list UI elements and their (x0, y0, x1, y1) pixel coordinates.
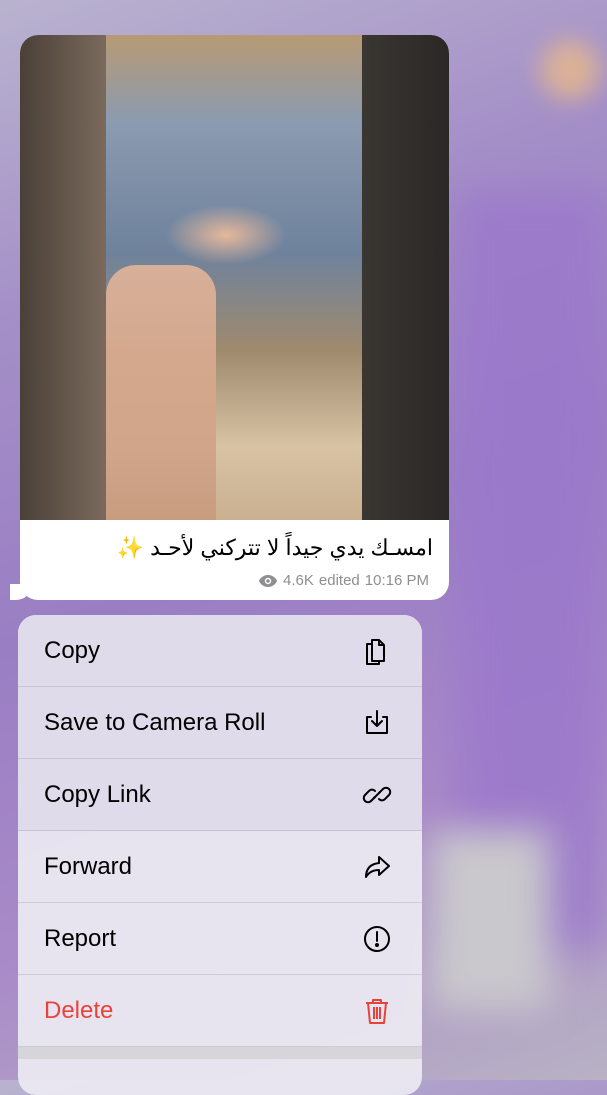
menu-item-label: Report (44, 924, 117, 952)
menu-item-copy-link[interactable]: Copy Link (18, 759, 422, 831)
menu-item-label: Forward (44, 852, 133, 880)
menu-item-forward[interactable]: Forward (18, 831, 422, 903)
menu-item-save-to-camera-roll[interactable]: Save to Camera Roll (18, 687, 422, 759)
message-bubble[interactable]: امسـك يدي جيداً لا تتركني لأحـد ✨ 4.6K e… (20, 35, 449, 600)
menu-separator (18, 1047, 422, 1059)
copy-icon (366, 638, 385, 665)
menu-item-label: Save to Camera Roll (44, 708, 266, 736)
view-count: 4.6K (283, 572, 314, 589)
edited-label: edited (318, 572, 360, 589)
menu-item-delete[interactable]: Delete (18, 975, 422, 1047)
message-caption: امسـك يدي جيداً لا تتركني لأحـد ✨ (116, 535, 433, 560)
menu-item-copy[interactable]: Copy (18, 615, 422, 687)
eye-icon (259, 574, 278, 587)
download-icon (366, 709, 388, 734)
menu-item-label: Delete (44, 996, 114, 1024)
trash-icon (366, 998, 388, 1024)
menu-item-label: Copy (44, 636, 101, 664)
message-meta: 4.6K edited 10:16 PM (258, 572, 429, 589)
message-photo[interactable] (20, 35, 449, 520)
context-menu: Copy Save to Camera Roll Copy Link Forwa… (18, 615, 422, 1095)
exclamation-circle-icon (364, 925, 390, 952)
menu-item-label: Copy Link (44, 780, 151, 808)
menu-item-report[interactable]: Report (18, 903, 422, 975)
link-icon (362, 786, 392, 803)
photo-content (106, 265, 216, 520)
forward-icon (365, 855, 390, 878)
background-blur (540, 40, 600, 100)
message-time: 10:16 PM (364, 572, 429, 589)
menu-item-more[interactable] (18, 1059, 422, 1095)
background-blur (430, 830, 550, 1010)
